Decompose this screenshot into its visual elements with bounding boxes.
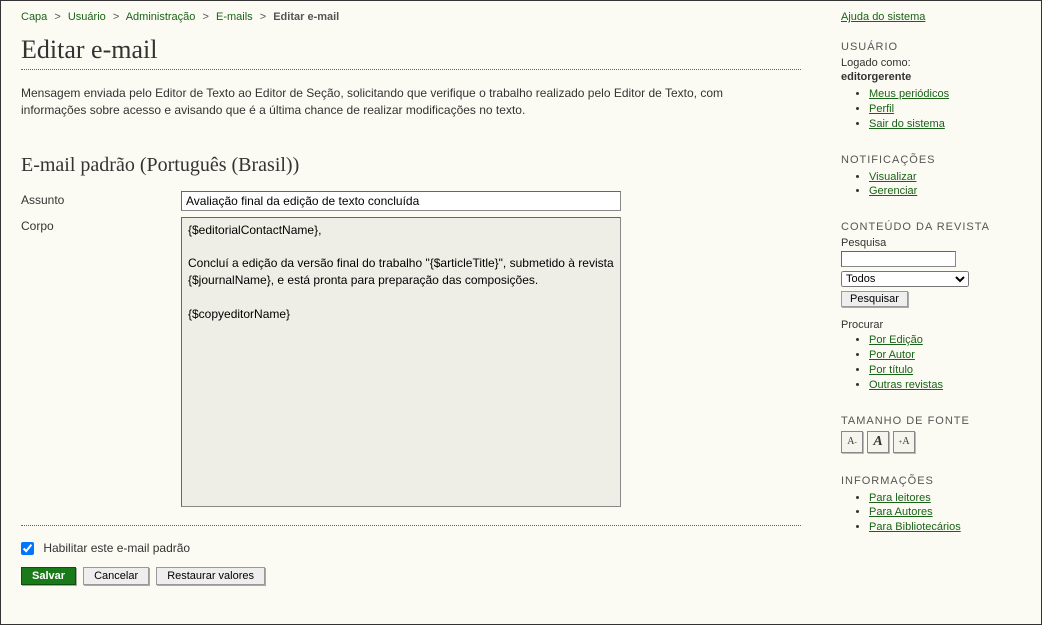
sidebar-user-link[interactable]: Perfil <box>869 103 894 115</box>
sidebar-browse-link[interactable]: Outras revistas <box>869 379 943 391</box>
page-title: Editar e-mail <box>21 35 801 65</box>
breadcrumb-sep: > <box>260 11 266 23</box>
sidebar-browse-link[interactable]: Por Edição <box>869 334 923 346</box>
breadcrumb-link[interactable]: Capa <box>21 11 47 23</box>
body-label: Corpo <box>21 217 181 510</box>
sidebar-logged-as: Logado como: <box>841 57 1026 69</box>
sidebar-fontsize-block: TAMANHO DE FONTE A- A +A <box>841 415 1026 453</box>
sidebar-search-button[interactable]: Pesquisar <box>841 291 908 307</box>
sidebar-search-label: Pesquisa <box>841 237 1026 249</box>
sidebar-search-select[interactable]: Todos <box>841 271 969 287</box>
sidebar-username: editorgerente <box>841 71 1026 83</box>
sidebar-browse-link[interactable]: Por Autor <box>869 349 915 361</box>
sidebar-user-title: USUÁRIO <box>841 41 1026 53</box>
font-size-large-button[interactable]: +A <box>893 431 915 453</box>
sidebar-notif-link[interactable]: Visualizar <box>869 171 917 183</box>
sidebar-browse-label: Procurar <box>841 319 1026 331</box>
breadcrumb-sep: > <box>113 11 119 23</box>
sidebar-notifications-block: NOTIFICAÇÕES Visualizar Gerenciar <box>841 154 1026 200</box>
enable-email-label[interactable]: Habilitar este e-mail padrão <box>21 541 190 555</box>
sidebar-content-block: CONTEÚDO DA REVISTA Pesquisa Todos Pesqu… <box>841 221 1026 392</box>
sidebar-info-title: INFORMAÇÕES <box>841 475 1026 487</box>
breadcrumb-sep: > <box>202 11 208 23</box>
sidebar-notif-link[interactable]: Gerenciar <box>869 185 917 197</box>
enable-email-text: Habilitar este e-mail padrão <box>43 541 190 555</box>
sidebar-info-block: INFORMAÇÕES Para leitores Para Autores P… <box>841 475 1026 536</box>
restore-button[interactable]: Restaurar valores <box>156 567 265 585</box>
breadcrumb-link[interactable]: E-mails <box>216 11 253 23</box>
breadcrumb: Capa > Usuário > Administração > E-mails… <box>21 11 801 23</box>
help-link[interactable]: Ajuda do sistema <box>841 11 1026 23</box>
body-textarea[interactable] <box>181 217 621 507</box>
sidebar-user-link[interactable]: Meus periódicos <box>869 88 949 100</box>
separator <box>21 69 801 70</box>
sidebar-notifications-title: NOTIFICAÇÕES <box>841 154 1026 166</box>
font-size-small-button[interactable]: A- <box>841 431 863 453</box>
sidebar-browse-link[interactable]: Por título <box>869 364 913 376</box>
breadcrumb-link[interactable]: Usuário <box>68 11 106 23</box>
sidebar-user-block: USUÁRIO Logado como: editorgerente Meus … <box>841 41 1026 132</box>
sidebar-info-link[interactable]: Para Autores <box>869 506 933 518</box>
subject-input[interactable] <box>181 191 621 211</box>
breadcrumb-current: Editar e-mail <box>273 11 339 23</box>
breadcrumb-sep: > <box>54 11 60 23</box>
breadcrumb-link[interactable]: Administração <box>126 11 196 23</box>
sidebar-user-link[interactable]: Sair do sistema <box>869 118 945 130</box>
sidebar-fontsize-title: TAMANHO DE FONTE <box>841 415 1026 427</box>
page-description: Mensagem enviada pelo Editor de Texto ao… <box>21 85 781 119</box>
enable-email-checkbox[interactable] <box>21 542 34 555</box>
sidebar-info-link[interactable]: Para leitores <box>869 492 931 504</box>
subject-label: Assunto <box>21 191 181 211</box>
sidebar-info-link[interactable]: Para Bibliotecários <box>869 521 961 533</box>
section-heading: E-mail padrão (Português (Brasil)) <box>21 154 801 177</box>
separator <box>21 525 801 526</box>
sidebar-search-input[interactable] <box>841 251 956 267</box>
sidebar-content-title: CONTEÚDO DA REVISTA <box>841 221 1026 233</box>
font-size-reset-button[interactable]: A <box>867 431 889 453</box>
cancel-button[interactable]: Cancelar <box>83 567 149 585</box>
save-button[interactable]: Salvar <box>21 567 76 585</box>
